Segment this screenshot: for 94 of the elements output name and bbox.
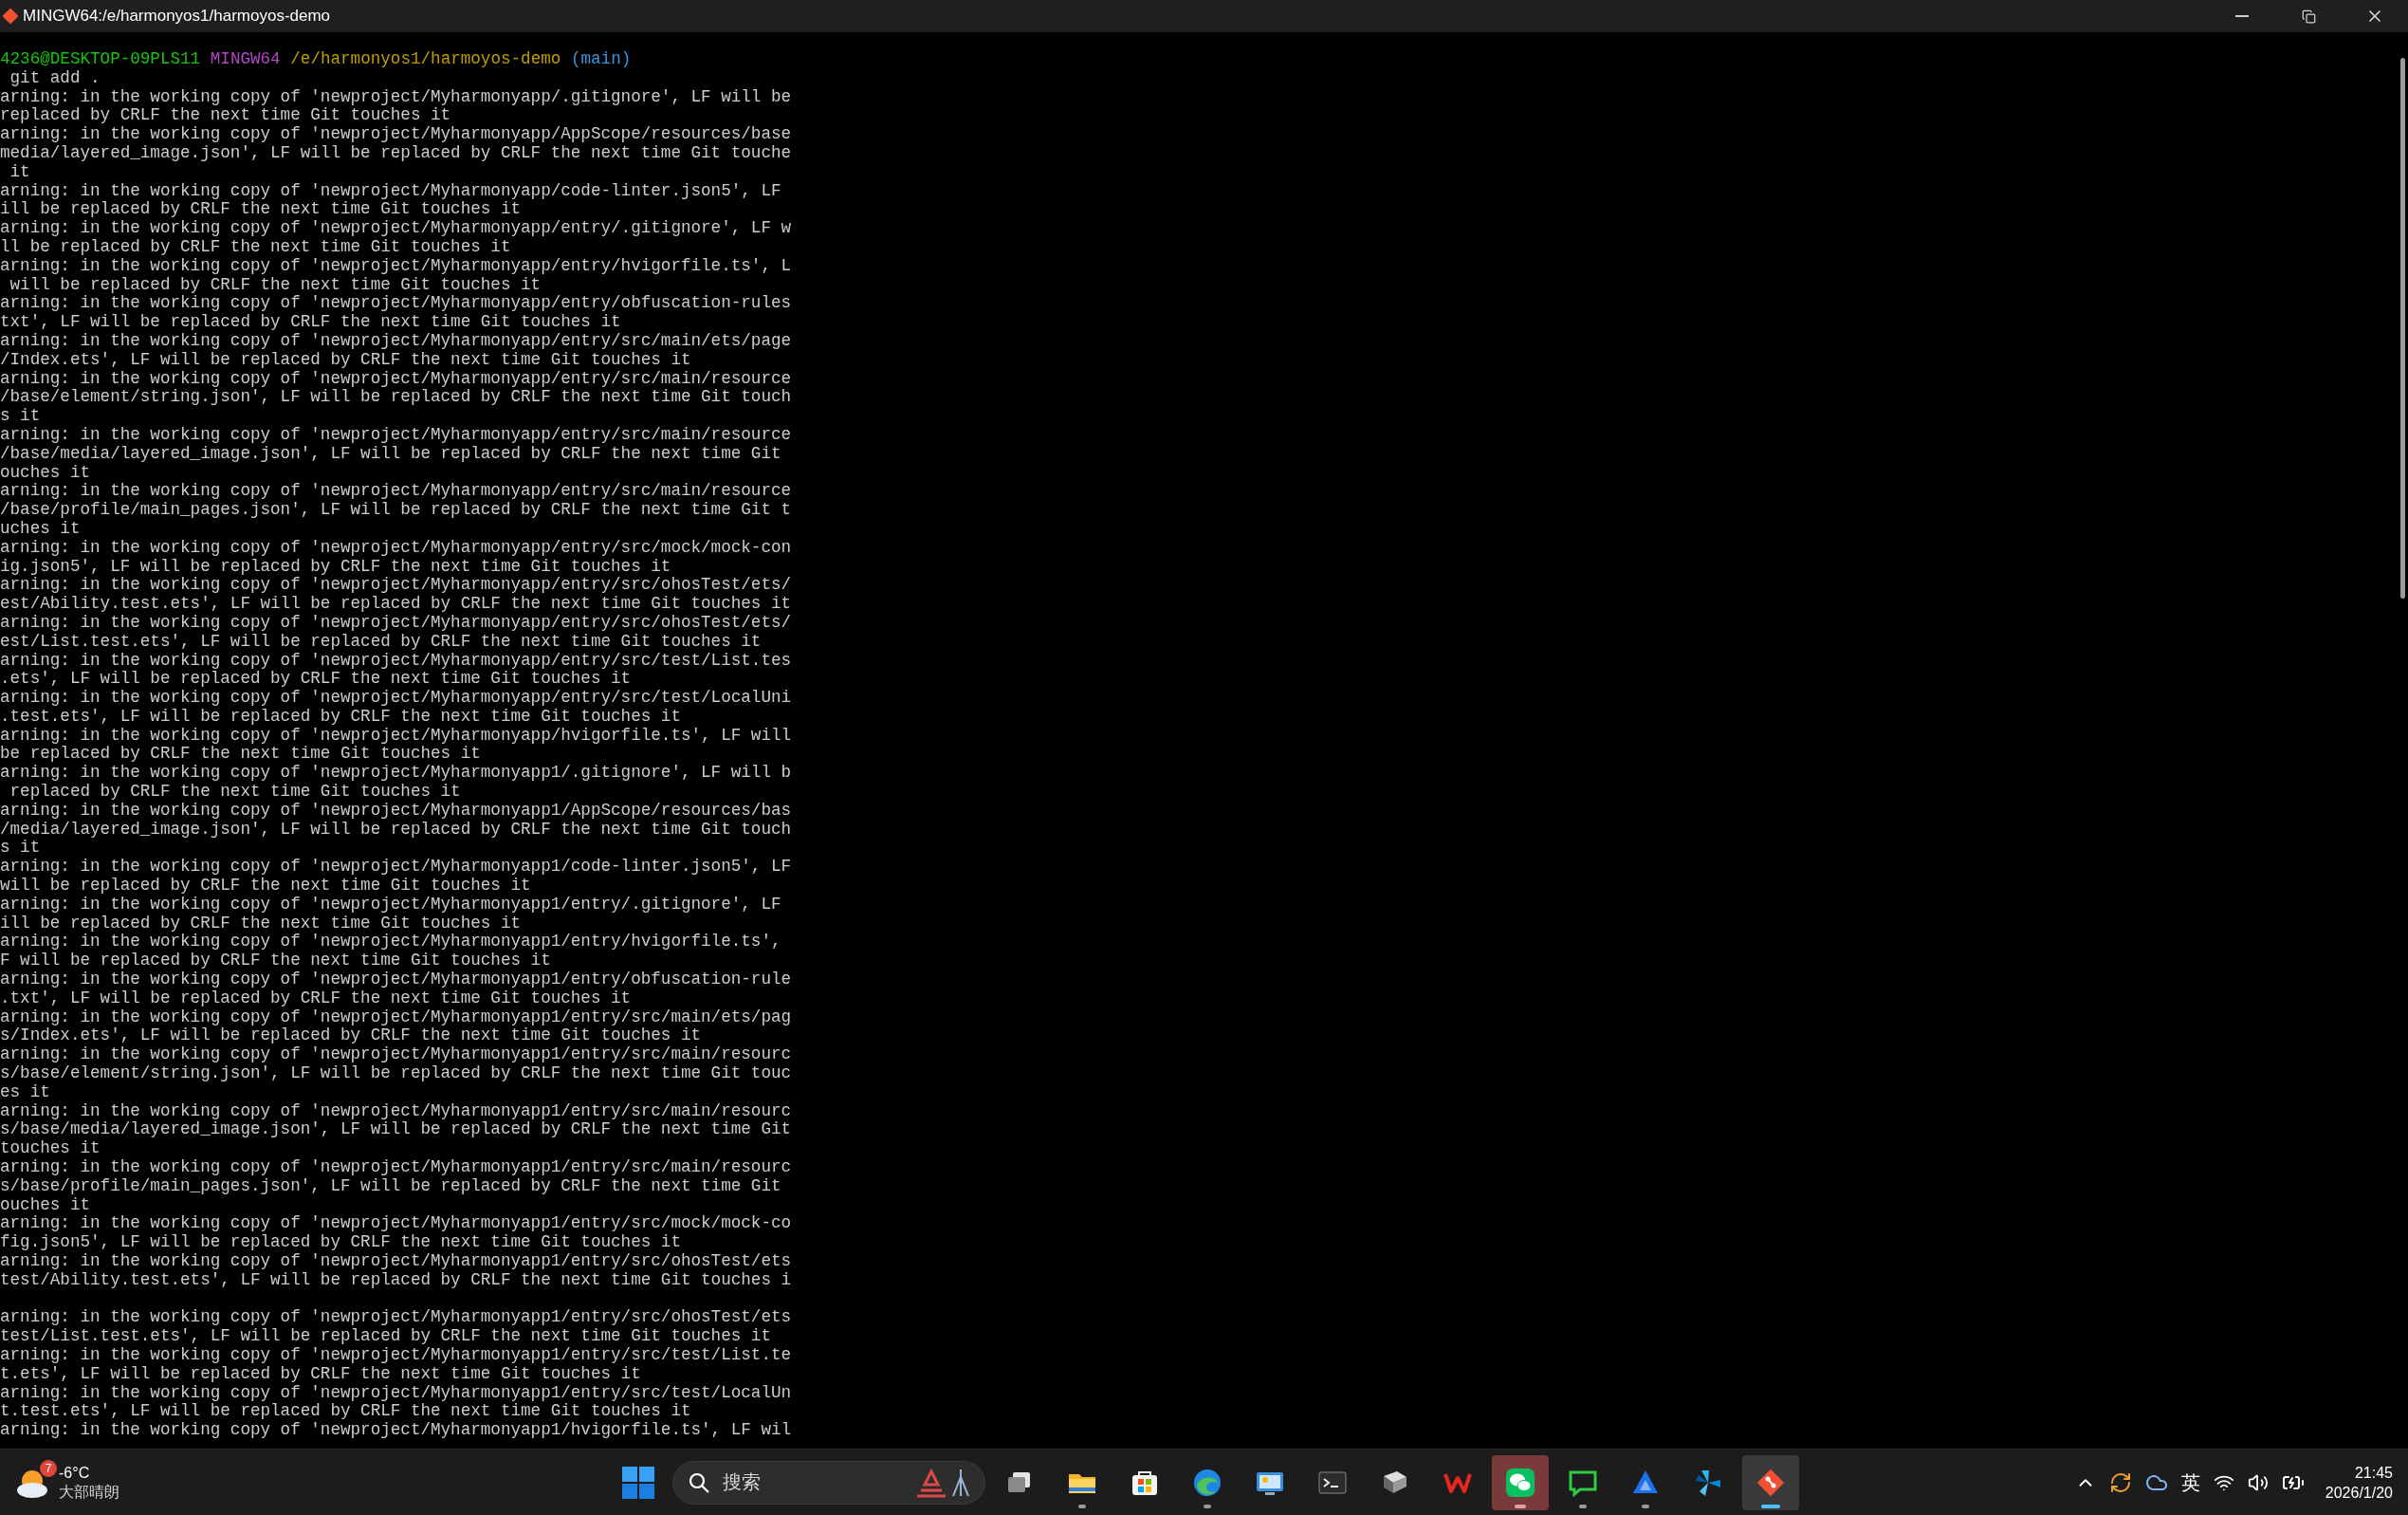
terminal-line: touches it <box>0 1139 101 1158</box>
terminal-line: /base/profile/main_pages.json', LF will be replaced by CRLF the next time Git t <box>0 501 792 520</box>
terminal-line: arning: in the working copy of 'newproject/Myharmonyapp1/entry/hvigorfile.ts', <box>0 933 781 952</box>
terminal-line: arning: in the working copy of 'newproject/Myharmonyapp/entry/src/test/List.tes <box>0 651 792 671</box>
terminal-line: arning: in the working copy of 'newproject/Myharmonyapp/entry/src/main/ets/page <box>0 331 792 351</box>
terminal-line: s/base/element/string.json', LF will be replaced by CRLF the next time Git touc <box>0 1064 792 1083</box>
terminal-line: .ets', LF will be replaced by CRLF the next time Git touches it <box>0 670 632 690</box>
prompt-text: 4236@DESKTOP-09PLS11 <box>0 50 201 69</box>
terminal-line: it <box>9 162 30 182</box>
terminal-line: arning: in the working copy of 'newproject/Myharmonyapp1/entry/src/test/LocalUn <box>0 1383 792 1403</box>
minimize-icon <box>2235 15 2249 17</box>
restore-icon <box>2301 9 2316 24</box>
terminal-line: /Index.ets', LF will be replaced by CRLF the next time Git touches it <box>0 350 691 370</box>
terminal-line: arning: in the working copy of 'newproject/Myharmonyapp/AppScope/resources/base <box>0 125 792 144</box>
taskbar-app-button[interactable] <box>1741 1454 1799 1510</box>
terminal-line: arning: in the working copy of 'newproject/Myharmonyapp1/entry/src/main/resourc <box>0 1158 792 1177</box>
terminal-line: /base/element/string.json', LF will be replaced by CRLF the next time Git touch <box>0 388 792 408</box>
terminal-line: arning: in the working copy of 'newproject/Myharmonyapp/entry/src/test/LocalUni <box>0 689 792 708</box>
terminal-line: arning: in the working copy of 'newproject/Myharmonyapp1/entry/src/main/resourc <box>0 1045 792 1065</box>
terminal-line: arning: in the working copy of 'newproject/Myharmonyapp1/entry/obfuscation-rule <box>0 970 792 989</box>
terminal-line: arning: in the working copy of 'newproject/Myharmonyapp/.gitignore', LF will be <box>0 87 792 107</box>
terminal-line: arning: in the working copy of 'newproject/Myharmonyapp/entry/src/mock/mock-con <box>0 538 792 558</box>
search-icon <box>687 1470 710 1494</box>
terminal-line: arning: in the working copy of 'newproject/Myharmonyapp/entry/src/main/resource <box>0 425 792 445</box>
terminal-line: arning: in the working copy of 'newproject/Myharmonyapp1/entry/src/mock/mock-co <box>0 1214 792 1234</box>
terminal-line: arning: in the working copy of 'newproject/Myharmonyapp/entry/src/main/resource <box>0 369 792 389</box>
terminal-line: txt', LF will be replaced by CRLF the next time Git touches it <box>0 313 621 332</box>
terminal-line: est/List.test.ets', LF will be replaced by CRLF the next time Git touches it <box>0 632 762 652</box>
terminal-line: replaced by CRLF the next time Git touches it <box>0 106 451 126</box>
terminal-line: /media/layered_image.json', LF will be replaced by CRLF the next time Git touch <box>0 820 792 840</box>
window-title: MINGW64:/e/harmonyos1/harmoyos-demo <box>23 6 331 28</box>
scrollbar-thumb[interactable] <box>2400 58 2405 599</box>
terminal-line: es it <box>0 1082 50 1102</box>
prompt-text: (main) <box>570 50 632 69</box>
terminal-line: arning: in the working copy of 'newproject/Myharmonyapp1/AppScope/resources/bas <box>0 801 792 821</box>
terminal-line: t.ets', LF will be replaced by CRLF the next time Git touches it <box>0 1364 641 1384</box>
chat-bubbles-icon <box>1503 1466 1536 1499</box>
terminal-line: F will be replaced by CRLF the next time Git touches it <box>0 951 551 971</box>
terminal-line: test/Ability.test.ets', LF will be replaced by CRLF the next time Git touches i <box>0 1270 792 1290</box>
terminal-line: git add . <box>9 68 101 88</box>
sync-icon[interactable] <box>2108 1470 2132 1494</box>
terminal-line: est/Ability.test.ets', LF will be replaced by CRLF the next time Git touches it <box>0 595 792 614</box>
terminal-line: arning: in the working copy of 'newproject/Myharmonyapp/entry/src/main/resource <box>0 482 792 502</box>
terminal-line: will be replaced by CRLF the next time Git touches it <box>0 877 531 896</box>
terminal-line: .test.ets', LF will be replaced by CRLF the next time Git touches it <box>0 707 681 727</box>
terminal-line: s/base/profile/main_pages.json', LF will be replaced by CRLF the next time Git <box>0 1176 781 1196</box>
terminal-line: arning: in the working copy of 'newproject/Myharmonyapp1/entry/src/ohosTest/ets <box>0 1308 792 1328</box>
terminal-line: arning: in the working copy of 'newproject/Myharmonyapp1/.gitignore', LF will b <box>0 764 792 784</box>
terminal-line: uches it <box>0 519 81 539</box>
terminal-line: /base/media/layered_image.json', LF will be replaced by CRLF the next time Git <box>0 444 781 464</box>
terminal-line: replaced by CRLF the next time Git touches it <box>9 783 461 802</box>
terminal-line: ill be replaced by CRLF the next time Git touches it <box>0 914 521 933</box>
terminal-line: arning: in the working copy of 'newproject/Myharmonyapp/entry/.gitignore', LF w <box>0 219 792 238</box>
terminal-line: ouches it <box>0 1195 91 1215</box>
terminal-line: s it <box>0 839 41 859</box>
terminal-line: arning: in the working copy of 'newproject/Myharmonyapp1/code-linter.json5', LF <box>0 858 792 878</box>
terminal-line: ig.json5', LF will be replaced by CRLF the next time Git touches it <box>0 557 671 577</box>
prompt-text: MINGW64 <box>210 50 281 69</box>
terminal-line: fig.json5', LF will be replaced by CRLF the next time Git touches it <box>0 1233 681 1252</box>
terminal-line: arning: in the working copy of 'newproject/Myharmonyapp1/entry/src/main/resourc <box>0 1101 792 1121</box>
terminal-line: arning: in the working copy of 'newproject/Myharmonyapp/entry/obfuscation-rules <box>0 294 792 314</box>
prompt-text: /e/harmonyos1/harmoyos-demo <box>290 50 561 69</box>
terminal-line: arning: in the working copy of 'newproject/Myharmonyapp1/entry/src/main/ets/pag <box>0 1007 792 1027</box>
temperature: -6°C <box>59 1463 91 1483</box>
terminal-line: media/layered_image.json', LF will be replaced by CRLF the next time Git touche <box>0 144 792 163</box>
terminal-line: s/base/media/layered_image.json', LF will be replaced by CRLF the next time Git <box>0 1120 792 1140</box>
terminal-line: ll be replaced by CRLF the next time Git touches it <box>0 237 511 257</box>
terminal-line: test/List.test.ets', LF will be replaced by CRLF the next time Git touches it <box>0 1327 771 1346</box>
terminal-line: arning: in the working copy of 'newproject/Myharmonyapp/hvigorfile.ts', LF will <box>0 726 792 746</box>
terminal-line: arning: in the working copy of 'newproject/Myharmonyapp1/hvigorfile.ts', LF wil <box>0 1421 792 1440</box>
terminal-line: arning: in the working copy of 'newproject/Myharmonyapp/entry/hvigorfile.ts', L <box>0 256 792 276</box>
taskbar-app-button[interactable] <box>1491 1454 1549 1510</box>
clock-date[interactable]: 2026/1/20 <box>2325 1482 2393 1503</box>
notification-badge: 7 <box>40 1459 57 1477</box>
terminal-line: will be replaced by CRLF the next time Git touches it <box>9 275 542 295</box>
terminal-line: ouches it <box>0 463 91 483</box>
terminal-line: s/Index.ets', LF will be replaced by CRLF the next time Git touches it <box>0 1026 702 1046</box>
input-method-indicator[interactable]: 英 <box>2180 1468 2200 1497</box>
terminal-line: arning: in the working copy of 'newproject/Myharmonyapp1/entry/src/test/List.te <box>0 1346 792 1365</box>
terminal-line: s it <box>0 407 41 426</box>
terminal-line: arning: in the working copy of 'newproject/Myharmonyapp1/entry/src/ohosTest/ets <box>0 1252 792 1271</box>
terminal-line: .txt', LF will be replaced by CRLF the next time Git touches it <box>0 988 632 1008</box>
terminal-line: arning: in the working copy of 'newproject/Myharmonyapp/code-linter.json5', LF <box>0 181 781 201</box>
windows-logo-icon <box>620 1465 655 1500</box>
terminal-line: t.test.ets', LF will be replaced by CRLF the next time Git touches it <box>0 1402 691 1422</box>
terminal-line: arning: in the working copy of 'newproject/Myharmonyapp/entry/src/ohosTest/ets/ <box>0 576 792 596</box>
terminal-line: ill be replaced by CRLF the next time Git touches it <box>0 200 521 220</box>
search-field[interactable]: 搜索 <box>671 1460 985 1505</box>
terminal-line: arning: in the working copy of 'newproject/Myharmonyapp1/entry/.gitignore', LF <box>0 895 781 915</box>
clock-time[interactable]: 21:45 <box>2354 1462 2393 1483</box>
terminal-line: arning: in the working copy of 'newproject/Myharmonyapp/entry/src/ohosTest/ets/ <box>0 613 792 633</box>
pagoda-drawing <box>914 1467 972 1498</box>
weather-condition: 大部晴朗 <box>59 1482 119 1502</box>
terminal-line: be replaced by CRLF the next time Git touches it <box>0 745 481 765</box>
